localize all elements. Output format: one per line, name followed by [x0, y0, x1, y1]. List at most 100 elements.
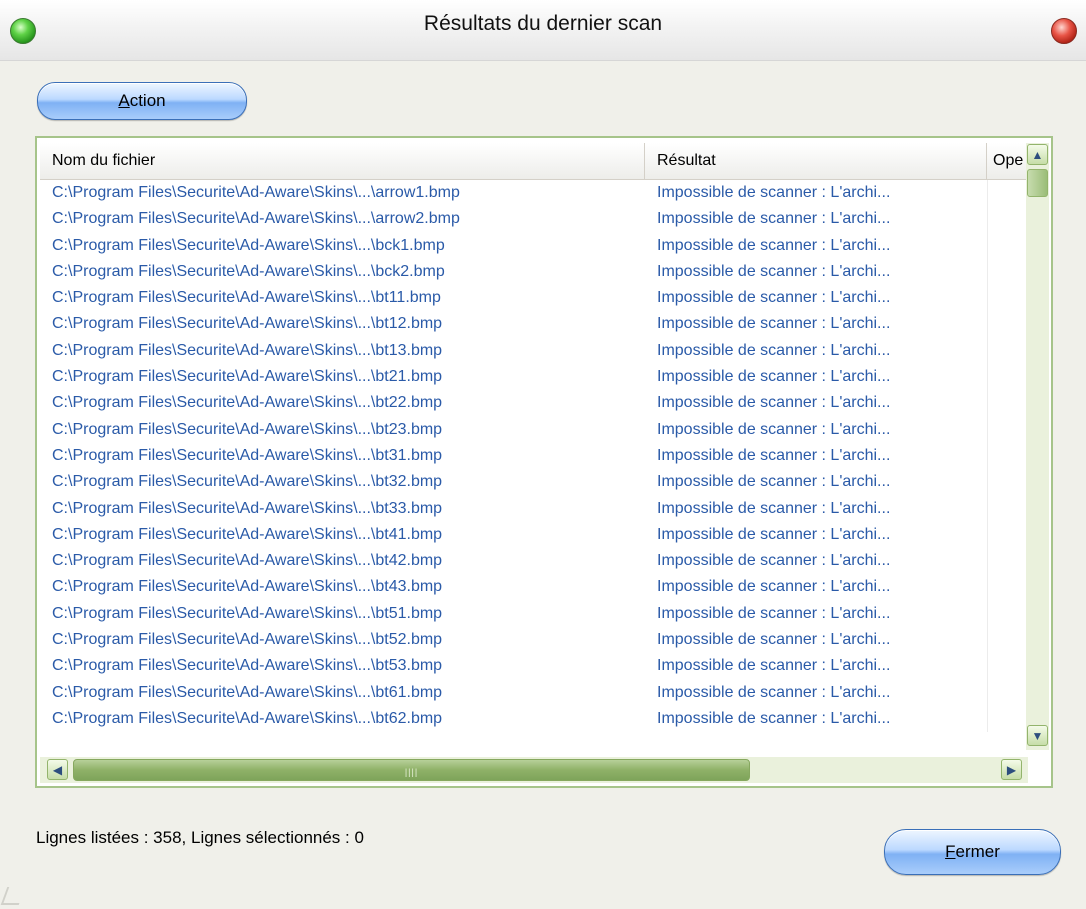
column-header-result[interactable]: Résultat — [645, 143, 987, 179]
close-icon[interactable] — [1051, 18, 1077, 44]
row-operation — [987, 258, 1030, 286]
table-row[interactable]: C:\Program Files\Securite\Ad-Aware\Skins… — [40, 521, 1030, 549]
table-row[interactable]: C:\Program Files\Securite\Ad-Aware\Skins… — [40, 653, 1030, 680]
table-row[interactable]: C:\Program Files\Securite\Ad-Aware\Skins… — [40, 627, 1030, 654]
table-row[interactable]: C:\Program Files\Securite\Ad-Aware\Skins… — [40, 311, 1030, 338]
table-row[interactable]: C:\Program Files\Securite\Ad-Aware\Skins… — [40, 364, 1030, 391]
table-row[interactable]: C:\Program Files\Securite\Ad-Aware\Skins… — [40, 337, 1030, 365]
row-filename: C:\Program Files\Securite\Ad-Aware\Skins… — [52, 525, 443, 543]
table-row[interactable]: C:\Program Files\Securite\Ad-Aware\Skins… — [40, 679, 1030, 706]
close-button[interactable]: Fermer — [884, 829, 1061, 875]
row-result: Impossible de scanner : L'archi... — [657, 341, 891, 359]
table-row[interactable]: C:\Program Files\Securite\Ad-Aware\Skins… — [40, 258, 1030, 286]
title-bar: Résultats du dernier scan — [0, 0, 1086, 61]
row-operation — [987, 600, 1030, 628]
row-operation — [987, 390, 1030, 417]
row-operation — [987, 311, 1030, 338]
row-result: Impossible de scanner : L'archi... — [657, 236, 891, 254]
row-filename: C:\Program Files\Securite\Ad-Aware\Skins… — [52, 552, 443, 570]
list-header: Nom du fichier Résultat Ope — [40, 143, 1030, 180]
close-label: ermer — [955, 842, 1000, 861]
close-mnemonic: F — [945, 842, 956, 861]
action-label: ction — [129, 91, 166, 110]
row-result: Impossible de scanner : L'archi... — [657, 315, 891, 333]
row-result: Impossible de scanner : L'archi... — [657, 525, 891, 543]
action-mnemonic: A — [118, 91, 130, 110]
row-result: Impossible de scanner : L'archi... — [657, 289, 891, 307]
row-result: Impossible de scanner : L'archi... — [657, 578, 891, 596]
table-row[interactable]: C:\Program Files\Securite\Ad-Aware\Skins… — [40, 180, 1030, 207]
row-operation — [987, 416, 1030, 443]
grip-icon: |||| — [404, 767, 419, 777]
row-operation — [987, 548, 1030, 575]
row-result: Impossible de scanner : L'archi... — [657, 604, 891, 622]
table-row[interactable]: C:\Program Files\Securite\Ad-Aware\Skins… — [40, 548, 1030, 575]
resize-grip-icon[interactable] — [0, 887, 26, 905]
row-filename: C:\Program Files\Securite\Ad-Aware\Skins… — [52, 499, 443, 517]
list-rows: C:\Program Files\Securite\Ad-Aware\Skins… — [40, 180, 1030, 750]
column-header-filename[interactable]: Nom du fichier — [40, 143, 645, 179]
row-filename: C:\Program Files\Securite\Ad-Aware\Skins… — [52, 341, 443, 359]
row-result: Impossible de scanner : L'archi... — [657, 210, 891, 228]
row-result: Impossible de scanner : L'archi... — [657, 262, 891, 280]
row-operation — [987, 495, 1030, 522]
vertical-scroll-thumb[interactable] — [1027, 169, 1048, 197]
row-operation — [987, 364, 1030, 391]
row-filename: C:\Program Files\Securite\Ad-Aware\Skins… — [52, 289, 441, 307]
row-operation — [987, 285, 1030, 312]
table-row[interactable]: C:\Program Files\Securite\Ad-Aware\Skins… — [40, 574, 1030, 601]
table-row[interactable]: C:\Program Files\Securite\Ad-Aware\Skins… — [40, 390, 1030, 417]
results-list[interactable]: Nom du fichier Résultat Ope C:\Program F… — [35, 136, 1053, 788]
table-row[interactable]: C:\Program Files\Securite\Ad-Aware\Skins… — [40, 206, 1030, 233]
row-result: Impossible de scanner : L'archi... — [657, 446, 891, 464]
vertical-scrollbar[interactable]: ▲ ▼ — [1026, 143, 1049, 750]
row-result: Impossible de scanner : L'archi... — [657, 368, 891, 386]
row-operation — [987, 469, 1030, 496]
row-filename: C:\Program Files\Securite\Ad-Aware\Skins… — [52, 683, 443, 701]
row-operation — [987, 574, 1030, 601]
table-row[interactable]: C:\Program Files\Securite\Ad-Aware\Skins… — [40, 600, 1030, 628]
table-row[interactable]: C:\Program Files\Securite\Ad-Aware\Skins… — [40, 442, 1030, 470]
row-operation — [987, 627, 1030, 654]
horizontal-scrollbar[interactable]: ◀ |||| ▶ — [40, 757, 1028, 783]
row-filename: C:\Program Files\Securite\Ad-Aware\Skins… — [52, 394, 443, 412]
row-operation — [987, 180, 1030, 207]
window-title: Résultats du dernier scan — [423, 12, 663, 35]
row-result: Impossible de scanner : L'archi... — [657, 394, 891, 412]
table-row[interactable]: C:\Program Files\Securite\Ad-Aware\Skins… — [40, 285, 1030, 312]
row-filename: C:\Program Files\Securite\Ad-Aware\Skins… — [52, 657, 443, 675]
chevron-left-icon[interactable]: ◀ — [47, 759, 68, 780]
table-row[interactable]: C:\Program Files\Securite\Ad-Aware\Skins… — [40, 495, 1030, 522]
row-result: Impossible de scanner : L'archi... — [657, 683, 891, 701]
row-operation — [987, 705, 1030, 733]
column-header-operation[interactable]: Ope — [987, 143, 1030, 179]
action-button[interactable]: Action — [37, 82, 247, 120]
row-filename: C:\Program Files\Securite\Ad-Aware\Skins… — [52, 368, 443, 386]
status-text: Lignes listées : 358, Lignes sélectionné… — [36, 828, 364, 847]
row-filename: C:\Program Files\Securite\Ad-Aware\Skins… — [52, 184, 460, 201]
row-result: Impossible de scanner : L'archi... — [657, 657, 891, 675]
row-filename: C:\Program Files\Securite\Ad-Aware\Skins… — [52, 578, 443, 596]
row-operation — [987, 679, 1030, 706]
row-filename: C:\Program Files\Securite\Ad-Aware\Skins… — [52, 473, 443, 491]
horizontal-scroll-thumb[interactable]: |||| — [73, 759, 750, 781]
chevron-right-icon[interactable]: ▶ — [1001, 759, 1022, 780]
table-row[interactable]: C:\Program Files\Securite\Ad-Aware\Skins… — [40, 705, 1030, 733]
row-operation — [987, 521, 1030, 549]
table-row[interactable]: C:\Program Files\Securite\Ad-Aware\Skins… — [40, 416, 1030, 443]
row-filename: C:\Program Files\Securite\Ad-Aware\Skins… — [52, 420, 443, 438]
row-result: Impossible de scanner : L'archi... — [657, 420, 891, 438]
chevron-up-icon[interactable]: ▲ — [1027, 144, 1048, 165]
row-result: Impossible de scanner : L'archi... — [657, 473, 891, 491]
row-result: Impossible de scanner : L'archi... — [657, 552, 891, 570]
row-result: Impossible de scanner : L'archi... — [657, 709, 891, 727]
row-filename: C:\Program Files\Securite\Ad-Aware\Skins… — [52, 631, 443, 649]
chevron-down-icon[interactable]: ▼ — [1027, 725, 1048, 746]
table-row[interactable]: C:\Program Files\Securite\Ad-Aware\Skins… — [40, 469, 1030, 496]
table-row[interactable]: C:\Program Files\Securite\Ad-Aware\Skins… — [40, 232, 1030, 259]
row-filename: C:\Program Files\Securite\Ad-Aware\Skins… — [52, 236, 445, 254]
row-filename: C:\Program Files\Securite\Ad-Aware\Skins… — [52, 446, 443, 464]
row-result: Impossible de scanner : L'archi... — [657, 499, 891, 517]
row-filename: C:\Program Files\Securite\Ad-Aware\Skins… — [52, 210, 460, 228]
row-operation — [987, 232, 1030, 259]
